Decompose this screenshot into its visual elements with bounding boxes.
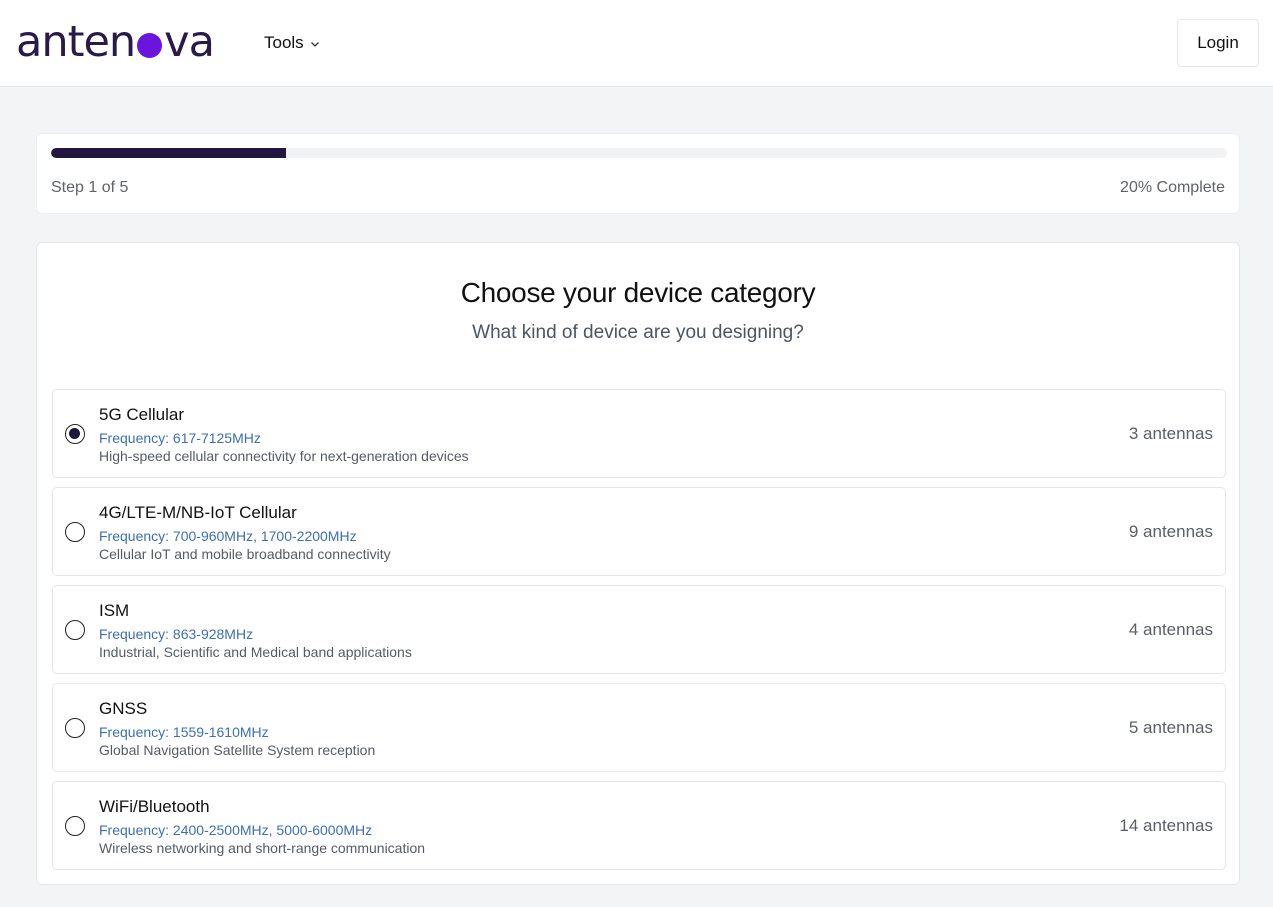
device-category-card: Choose your device category What kind of…: [36, 242, 1240, 885]
option-wifi-bluetooth[interactable]: WiFi/Bluetooth Frequency: 2400-2500MHz, …: [52, 781, 1226, 870]
top-header: anten va Tools Login: [0, 0, 1273, 87]
option-4g-lte-cellular[interactable]: 4G/LTE-M/NB-IoT Cellular Frequency: 700-…: [52, 487, 1226, 576]
option-antenna-count: 3 antennas: [1128, 424, 1213, 443]
percent-complete: 20% Complete: [1120, 179, 1225, 196]
option-antenna-count: 14 antennas: [1119, 816, 1213, 835]
option-name: ISM: [99, 601, 130, 620]
progress-track: [51, 148, 1227, 158]
logo-text-start: anten: [16, 16, 136, 67]
antenova-logo[interactable]: anten va: [16, 16, 215, 67]
option-antenna-count: 5 antennas: [1128, 718, 1213, 737]
login-button[interactable]: Login: [1177, 19, 1259, 67]
progress-card: Step 1 of 5 20% Complete: [36, 133, 1240, 214]
option-description: Industrial, Scientific and Medical band …: [99, 644, 412, 660]
step-indicator: Step 1 of 5: [51, 179, 129, 196]
page-title: Choose your device category: [460, 277, 816, 308]
radio-button[interactable]: [65, 424, 85, 444]
logo-dot: [137, 32, 163, 58]
logo-text-end: va: [164, 16, 215, 67]
option-name: WiFi/Bluetooth: [99, 797, 210, 816]
option-description: Global Navigation Satellite System recep…: [99, 742, 376, 758]
chevron-down-icon: [310, 42, 319, 47]
option-frequency: Frequency: 1559-1610MHz: [99, 724, 269, 740]
radio-button[interactable]: [65, 718, 85, 738]
progress-fill: [51, 148, 287, 158]
option-frequency: Frequency: 2400-2500MHz, 5000-6000MHz: [99, 822, 373, 838]
radio-button[interactable]: [65, 620, 85, 640]
option-name: GNSS: [99, 699, 148, 718]
radio-button[interactable]: [65, 522, 85, 542]
radio-button[interactable]: [65, 816, 85, 836]
page-subtitle: What kind of device are you designing?: [472, 322, 804, 343]
tools-menu[interactable]: Tools: [264, 31, 320, 55]
option-frequency: Frequency: 863-928MHz: [99, 626, 254, 642]
option-ism[interactable]: ISM Frequency: 863-928MHz Industrial, Sc…: [52, 585, 1226, 674]
option-frequency: Frequency: 617-7125MHz: [99, 430, 261, 446]
option-antenna-count: 9 antennas: [1128, 522, 1213, 541]
option-description: Cellular IoT and mobile broadband connec…: [99, 546, 391, 562]
tools-menu-label: Tools: [264, 33, 304, 52]
option-frequency: Frequency: 700-960MHz, 1700-2200MHz: [99, 528, 357, 544]
option-name: 4G/LTE-M/NB-IoT Cellular: [99, 503, 297, 522]
option-gnss[interactable]: GNSS Frequency: 1559-1610MHz Global Navi…: [52, 683, 1226, 772]
option-description: High-speed cellular connectivity for nex…: [99, 448, 469, 464]
option-description: Wireless networking and short-range comm…: [99, 840, 426, 856]
option-antenna-count: 4 antennas: [1128, 620, 1213, 639]
option-name: 5G Cellular: [99, 405, 185, 424]
option-5g-cellular[interactable]: 5G Cellular Frequency: 617-7125MHz High-…: [52, 389, 1226, 478]
